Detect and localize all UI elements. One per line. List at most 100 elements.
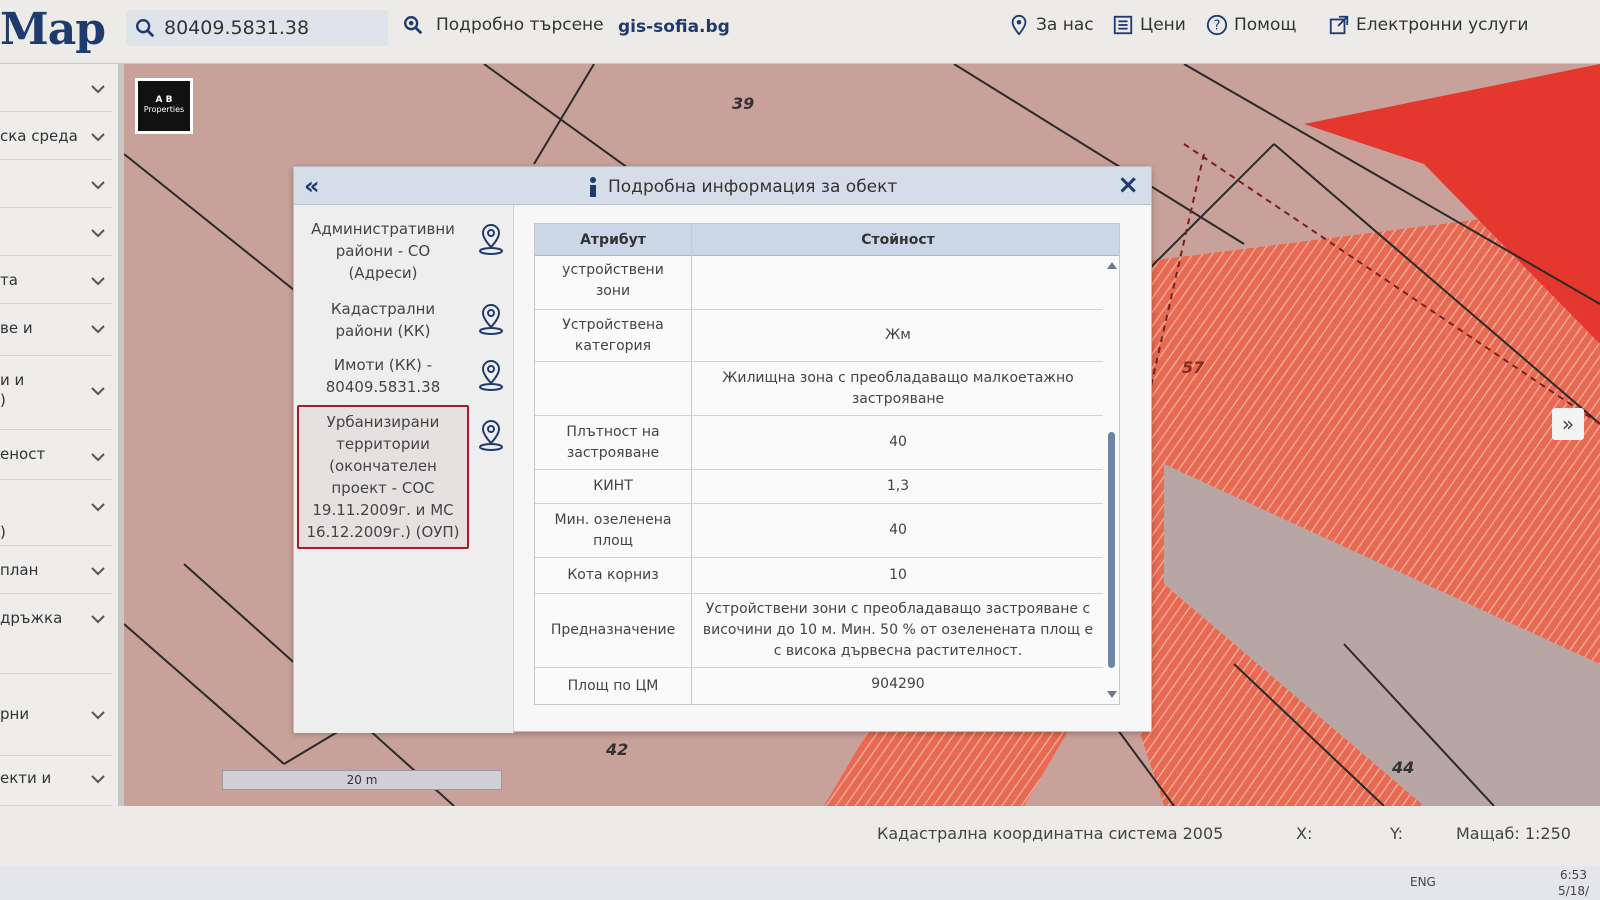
column-header-attribute: Атрибут xyxy=(580,232,646,248)
sidebar-item[interactable] xyxy=(0,208,112,256)
layer-item[interactable]: Кадастрални райони (КК) xyxy=(297,293,511,345)
sidebar-item[interactable]: рни xyxy=(0,674,112,756)
map-pin-icon[interactable] xyxy=(477,223,505,255)
sidebar-item[interactable] xyxy=(0,160,112,208)
y-coordinate-label: Y: xyxy=(1390,824,1404,843)
layer-item-active[interactable]: Урбанизирани территории (окончателен про… xyxy=(297,405,511,551)
nav-help-label: Помощ xyxy=(1234,15,1297,35)
map-scale-label: Мащаб: 1:250 xyxy=(1456,824,1571,843)
watermark-logo: A B Properties xyxy=(135,78,193,134)
coordinate-system-label: Кадастрална координатна система 2005 xyxy=(877,824,1224,843)
chevron-down-icon[interactable] xyxy=(90,452,106,462)
sidebar-item-label: план xyxy=(0,561,39,579)
sidebar-item[interactable]: ) xyxy=(0,480,112,546)
map-pin-icon[interactable] xyxy=(477,359,505,391)
table-cell-value: 40 xyxy=(889,522,907,538)
table-cell-attribute: Мин. озеленена площ xyxy=(554,512,672,549)
external-link-icon xyxy=(1329,15,1349,35)
help-icon: ? xyxy=(1206,14,1228,36)
chevron-down-icon[interactable] xyxy=(90,180,106,190)
search-icon[interactable] xyxy=(134,17,156,39)
chevron-down-icon[interactable] xyxy=(90,228,106,238)
chevron-down-icon[interactable] xyxy=(90,566,106,576)
sidebar-item[interactable] xyxy=(0,64,112,112)
app-logo[interactable]: Map xyxy=(0,4,106,55)
nav-about[interactable]: За нас xyxy=(1008,14,1094,36)
watermark-logo-subtitle: Properties xyxy=(143,105,185,114)
nav-prices[interactable]: Цени xyxy=(1112,14,1186,36)
x-coordinate-label: X: xyxy=(1296,824,1313,843)
scrollbar-thumb[interactable] xyxy=(1108,432,1115,668)
price-list-icon xyxy=(1113,15,1133,35)
sidebar-item-label: ве и xyxy=(0,319,33,337)
table-scrollbar[interactable] xyxy=(1105,258,1119,704)
double-chevron-right-icon: » xyxy=(1561,412,1575,436)
table-cell-attribute: КИНТ xyxy=(593,478,633,494)
sidebar-item[interactable]: еност xyxy=(0,430,112,480)
chevron-down-icon[interactable] xyxy=(90,132,106,142)
chevron-down-icon[interactable] xyxy=(90,710,106,720)
table-row: КИНТ 1,3 xyxy=(535,470,1103,504)
advanced-search-link[interactable]: Подробно търсене xyxy=(402,14,604,36)
sidebar-item-label: ) xyxy=(0,523,6,541)
status-bar: Кадастрална координатна система 2005 X: … xyxy=(0,806,1600,866)
sidebar-item[interactable]: екти и xyxy=(0,756,112,806)
nav-about-label: За нас xyxy=(1036,15,1094,35)
object-info-dialog: « Подробна информация за обект × Админис… xyxy=(293,166,1152,733)
sidebar-item[interactable]: план xyxy=(0,546,112,594)
layer-list: Административни райони - СО (Адреси) Кад… xyxy=(294,205,514,733)
site-link[interactable]: gis-sofia.bg xyxy=(618,17,730,37)
layer-item[interactable]: Административни райони - СО (Адреси) xyxy=(297,213,511,289)
table-row: устройствени зони xyxy=(535,256,1103,310)
sidebar-item[interactable]: ска среда xyxy=(0,112,112,160)
chevron-down-icon[interactable] xyxy=(90,324,106,334)
close-icon[interactable]: × xyxy=(1117,170,1139,200)
layer-item[interactable]: Имоти (КК) - 80409.5831.38 xyxy=(297,349,511,401)
sidebar-item-label: и и ) xyxy=(0,371,25,409)
sidebar-item-label: та xyxy=(0,271,18,289)
chevron-down-icon[interactable] xyxy=(90,614,106,624)
scale-bar: 20 m xyxy=(222,770,502,790)
column-header-value: Стойност xyxy=(861,232,935,248)
table-row: Устройствена категория Жм xyxy=(535,310,1103,362)
location-pin-icon xyxy=(1011,14,1027,36)
nav-e-services-label: Електронни услуги xyxy=(1356,15,1529,35)
chevron-down-icon[interactable] xyxy=(90,386,106,396)
double-chevron-left-icon[interactable]: « xyxy=(304,172,320,200)
os-taskbar: ENG 6:53 5/18/ xyxy=(0,866,1600,900)
table-row: Площ по ЦМ 904290 xyxy=(535,668,1103,704)
map-pin-icon[interactable] xyxy=(477,303,505,335)
map-pin-icon[interactable] xyxy=(477,419,505,451)
top-header: Map Подробно търсене gis-sofia.bg За нас… xyxy=(0,0,1600,64)
advanced-search-label: Подробно търсене xyxy=(436,15,604,35)
chevron-down-icon[interactable] xyxy=(90,276,106,286)
chevron-down-icon[interactable] xyxy=(90,774,106,784)
parcel-label: 39 xyxy=(732,94,755,113)
table-row: Мин. озеленена площ 40 xyxy=(535,504,1103,558)
search-input[interactable] xyxy=(164,17,374,39)
sidebar-item[interactable]: ве и xyxy=(0,304,112,356)
scroll-up-arrow-icon[interactable] xyxy=(1107,262,1117,269)
search-box[interactable] xyxy=(126,10,388,46)
chevron-down-icon[interactable] xyxy=(90,502,106,512)
table-row: Предназначение Устройствени зони с преоб… xyxy=(535,594,1103,668)
chevron-down-icon[interactable] xyxy=(90,84,106,94)
table-cell-value: 40 xyxy=(889,434,907,450)
language-indicator[interactable]: ENG xyxy=(1410,875,1436,889)
expand-right-panel-button[interactable]: » xyxy=(1552,408,1584,440)
table-cell-value: 904290 xyxy=(871,676,925,692)
table-cell-attribute: Плътност на застрояване xyxy=(566,424,660,461)
table-cell-value: 10 xyxy=(889,567,907,583)
parcel-label: 57 xyxy=(1182,358,1205,377)
clock-date: 5/18/ xyxy=(1558,884,1589,898)
sidebar-item[interactable]: та xyxy=(0,256,112,304)
nav-e-services[interactable]: Електронни услуги xyxy=(1328,14,1528,36)
layer-item-label: Урбанизирани территории (окончателен про… xyxy=(297,405,469,549)
sidebar-item[interactable]: дръжка xyxy=(0,594,112,674)
parcel-label: 42 xyxy=(606,740,629,759)
nav-help[interactable]: ? Помощ xyxy=(1206,14,1296,36)
table-cell-value: Устройствени зони с преобладаващо застро… xyxy=(702,601,1094,659)
sidebar-item[interactable]: и и ) xyxy=(0,356,112,430)
scroll-down-arrow-icon[interactable] xyxy=(1107,691,1117,698)
table-cell-value: Жилищна зона с преобладаващо малкоетажно… xyxy=(722,370,1074,407)
